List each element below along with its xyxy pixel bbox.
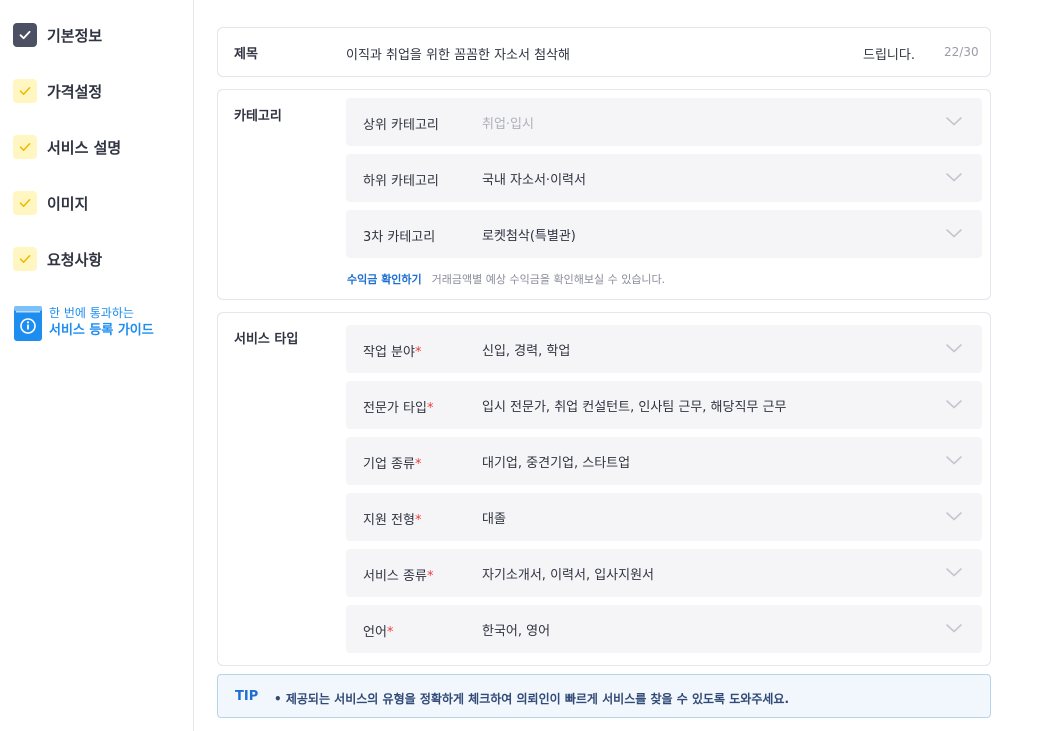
category-section: 카테고리 상위 카테고리 취업·입시 하위 카테고리 국내 자소서·이력서 3차… bbox=[217, 89, 991, 300]
expert-type-select[interactable]: 전문가 타입* 입시 전문가, 취업 컨설턴트, 인사팀 근무, 해당직무 근무 bbox=[346, 381, 982, 429]
work-field-select[interactable]: 작업 분야* 신입, 경력, 학업 bbox=[346, 325, 982, 373]
select-label: 하위 카테고리 bbox=[363, 174, 439, 189]
service-kind-select[interactable]: 서비스 종류* 자기소개서, 이력서, 입사지원서 bbox=[346, 549, 982, 597]
tip-text: • 제공되는 서비스의 유형을 정확하게 체크하여 의뢰인이 빠르게 서비스를 … bbox=[274, 692, 790, 706]
application-type-select[interactable]: 지원 전형* 대졸 bbox=[346, 493, 982, 541]
check-icon bbox=[13, 247, 37, 271]
sidebar-step-basic-info[interactable]: 기본정보 bbox=[13, 23, 102, 47]
select-value: 한국어, 영어 bbox=[482, 624, 551, 639]
title-section: 제목 이직과 취업을 위한 꼼꼼한 자소서 첨삭해 드립니다. 22/30 bbox=[217, 27, 991, 77]
select-value: 취업·입시 bbox=[482, 117, 534, 132]
sidebar-step-label: 기본정보 bbox=[47, 26, 103, 45]
registration-guide-link[interactable]: 한 번에 통과하는 서비스 등록 가이드 bbox=[13, 305, 154, 342]
select-label: 3차 카테고리 bbox=[363, 230, 436, 245]
required-mark: * bbox=[414, 457, 422, 472]
chevron-down-icon bbox=[946, 400, 962, 409]
select-label: 지원 전형* bbox=[363, 513, 422, 528]
required-mark: * bbox=[414, 513, 422, 528]
check-icon bbox=[13, 79, 37, 103]
select-label: 언어* bbox=[363, 625, 394, 640]
sidebar-step-description[interactable]: 서비스 설명 bbox=[13, 135, 121, 159]
select-value: 대기업, 중견기업, 스타트업 bbox=[482, 456, 631, 471]
chevron-down-icon bbox=[946, 173, 962, 182]
sidebar-step-label: 요청사항 bbox=[47, 250, 103, 269]
chevron-down-icon bbox=[946, 512, 962, 521]
sidebar-step-pricing[interactable]: 가격설정 bbox=[13, 79, 102, 103]
sidebar-step-requests[interactable]: 요청사항 bbox=[13, 247, 102, 271]
language-select[interactable]: 언어* 한국어, 영어 bbox=[346, 605, 982, 653]
company-type-select[interactable]: 기업 종류* 대기업, 중견기업, 스타트업 bbox=[346, 437, 982, 485]
required-mark: * bbox=[386, 625, 394, 640]
tip-label: TIP bbox=[235, 689, 259, 704]
sidebar: 기본정보 가격설정 서비스 설명 이미지 요청사항 한 번에 통과하는 서비스 … bbox=[0, 0, 194, 731]
checked-box-icon bbox=[13, 23, 37, 47]
required-mark: * bbox=[414, 345, 422, 360]
select-label: 서비스 종류* bbox=[363, 569, 434, 584]
select-value: 자기소개서, 이력서, 입사지원서 bbox=[482, 568, 655, 583]
chevron-down-icon bbox=[946, 624, 962, 633]
sidebar-step-label: 서비스 설명 bbox=[47, 138, 122, 157]
parent-category-select[interactable]: 상위 카테고리 취업·입시 bbox=[346, 98, 982, 146]
select-label: 기업 종류* bbox=[363, 457, 422, 472]
revenue-hint: 수익금 확인하기 거래금액별 예상 수익금을 확인해보실 수 있습니다. bbox=[347, 271, 665, 287]
chevron-down-icon bbox=[946, 229, 962, 238]
tip-box: TIP • 제공되는 서비스의 유형을 정확하게 체크하여 의뢰인이 빠르게 서… bbox=[217, 674, 991, 718]
title-section-label: 제목 bbox=[234, 47, 258, 62]
sidebar-step-images[interactable]: 이미지 bbox=[13, 191, 88, 215]
revenue-hint-text: 거래금액별 예상 수익금을 확인해보실 수 있습니다. bbox=[431, 273, 666, 286]
chevron-down-icon bbox=[946, 117, 962, 126]
check-icon bbox=[13, 135, 37, 159]
sub-category-select[interactable]: 하위 카테고리 국내 자소서·이력서 bbox=[346, 154, 982, 202]
required-mark: * bbox=[426, 401, 434, 416]
guide-line1: 한 번에 통과하는 bbox=[49, 306, 134, 320]
required-mark: * bbox=[426, 569, 434, 584]
select-value: 국내 자소서·이력서 bbox=[482, 173, 586, 188]
chevron-down-icon bbox=[946, 456, 962, 465]
guide-line2: 서비스 등록 가이드 bbox=[49, 323, 154, 338]
guide-book-icon bbox=[14, 306, 42, 341]
select-label: 작업 분야* bbox=[363, 345, 422, 360]
chevron-down-icon bbox=[946, 568, 962, 577]
select-value: 로켓첨삭(특별관) bbox=[482, 229, 576, 244]
check-icon bbox=[13, 191, 37, 215]
select-label: 상위 카테고리 bbox=[363, 118, 439, 133]
title-input[interactable]: 이직과 취업을 위한 꼼꼼한 자소서 첨삭해 bbox=[346, 44, 570, 63]
sidebar-step-label: 이미지 bbox=[47, 194, 89, 213]
service-type-section: 서비스 타입 작업 분야* 신입, 경력, 학업 전문가 타입* 입시 전문가,… bbox=[217, 312, 991, 666]
title-suffix: 드립니다. bbox=[863, 48, 915, 63]
select-value: 대졸 bbox=[482, 512, 506, 527]
select-value: 입시 전문가, 취업 컨설턴트, 인사팀 근무, 해당직무 근무 bbox=[482, 400, 787, 415]
chevron-down-icon bbox=[946, 344, 962, 353]
select-label: 전문가 타입* bbox=[363, 401, 434, 416]
service-type-section-label: 서비스 타입 bbox=[234, 332, 299, 347]
category-section-label: 카테고리 bbox=[234, 109, 282, 124]
title-char-counter: 22/30 bbox=[944, 45, 979, 59]
sidebar-step-label: 가격설정 bbox=[47, 82, 103, 101]
check-revenue-link[interactable]: 수익금 확인하기 bbox=[347, 273, 422, 286]
select-value: 신입, 경력, 학업 bbox=[482, 344, 571, 359]
third-category-select[interactable]: 3차 카테고리 로켓첨삭(특별관) bbox=[346, 210, 982, 258]
